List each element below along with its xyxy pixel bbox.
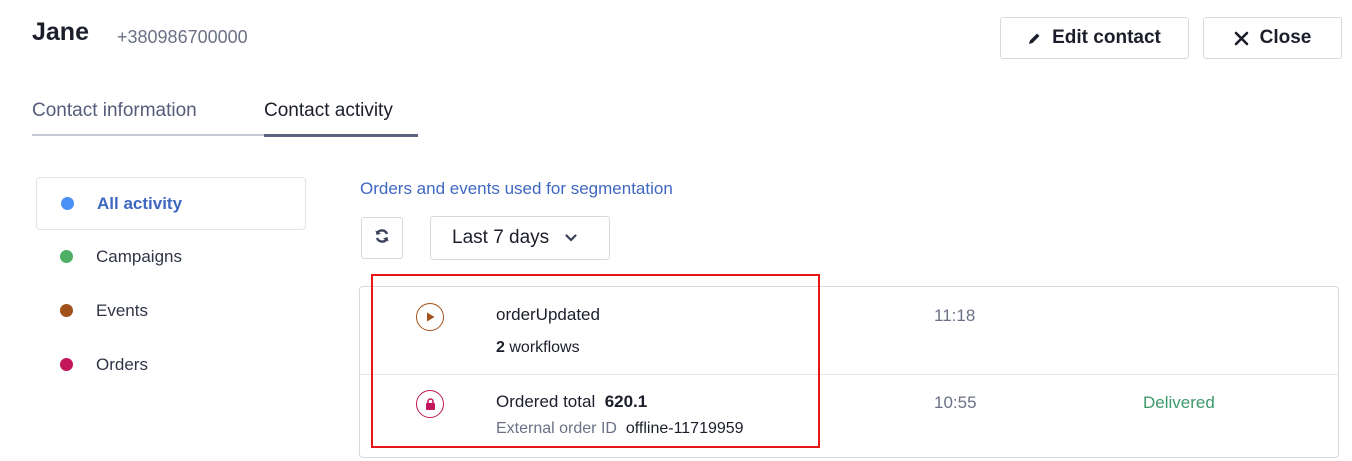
status-dot xyxy=(60,358,73,371)
workflow-count-label: workflows xyxy=(509,339,580,356)
pencil-icon xyxy=(1028,32,1041,45)
order-total: Ordered total 620.1 xyxy=(496,392,647,412)
close-label: Close xyxy=(1259,27,1312,48)
workflow-count-value: 2 xyxy=(496,339,505,356)
contact-name: Jane xyxy=(32,18,89,46)
order-total-value: 620.1 xyxy=(604,392,648,411)
play-circle-icon xyxy=(416,303,444,331)
external-order-id: External order ID offline-11719959 xyxy=(496,420,744,438)
tab-contact-activity[interactable]: Contact activity xyxy=(264,100,418,137)
sidebar-item-orders[interactable]: Orders xyxy=(36,338,306,391)
refresh-button[interactable] xyxy=(361,217,403,259)
status-dot xyxy=(60,250,73,263)
shopping-bag-icon xyxy=(416,390,444,418)
sidebar-item-label: All activity xyxy=(97,193,183,213)
contact-phone: +380986700000 xyxy=(117,27,248,47)
sidebar-item-label: Orders xyxy=(96,354,148,374)
chevron-down-icon xyxy=(565,234,577,242)
refresh-icon xyxy=(374,228,390,249)
activity-row[interactable]: orderUpdated 2 workflows 11:18 xyxy=(360,287,1338,375)
segmentation-link[interactable]: Orders and events used for segmentation xyxy=(360,179,673,199)
order-time: 10:55 xyxy=(934,393,977,412)
activity-row[interactable]: Ordered total 620.1 External order ID of… xyxy=(360,374,1338,457)
external-order-id-value: offline-11719959 xyxy=(625,420,744,437)
sidebar-item-label: Campaigns xyxy=(96,246,182,266)
close-button[interactable]: Close xyxy=(1203,17,1342,59)
period-select[interactable]: Last 7 days xyxy=(430,216,610,260)
event-name: orderUpdated xyxy=(496,305,600,324)
status-dot xyxy=(60,304,73,317)
sidebar-item-events[interactable]: Events xyxy=(36,284,306,337)
tab-contact-information[interactable]: Contact information xyxy=(32,100,264,136)
status-dot xyxy=(61,197,74,210)
period-select-value: Last 7 days xyxy=(452,227,550,248)
status-badge: Delivered xyxy=(1143,393,1215,412)
edit-contact-label: Edit contact xyxy=(1052,27,1161,48)
sidebar-item-campaigns[interactable]: Campaigns xyxy=(36,230,306,283)
activity-list: orderUpdated 2 workflows 11:18 Ordered t… xyxy=(359,286,1339,458)
workflow-count: 2 workflows xyxy=(496,339,580,357)
close-icon xyxy=(1234,31,1249,46)
order-total-label: Ordered total xyxy=(496,392,596,411)
sidebar-item-label: Events xyxy=(96,300,148,320)
edit-contact-button[interactable]: Edit contact xyxy=(1000,17,1189,59)
external-order-id-label: External order ID xyxy=(496,420,617,437)
sidebar-item-all-activity[interactable]: All activity xyxy=(36,177,306,230)
event-time: 11:18 xyxy=(934,306,976,325)
